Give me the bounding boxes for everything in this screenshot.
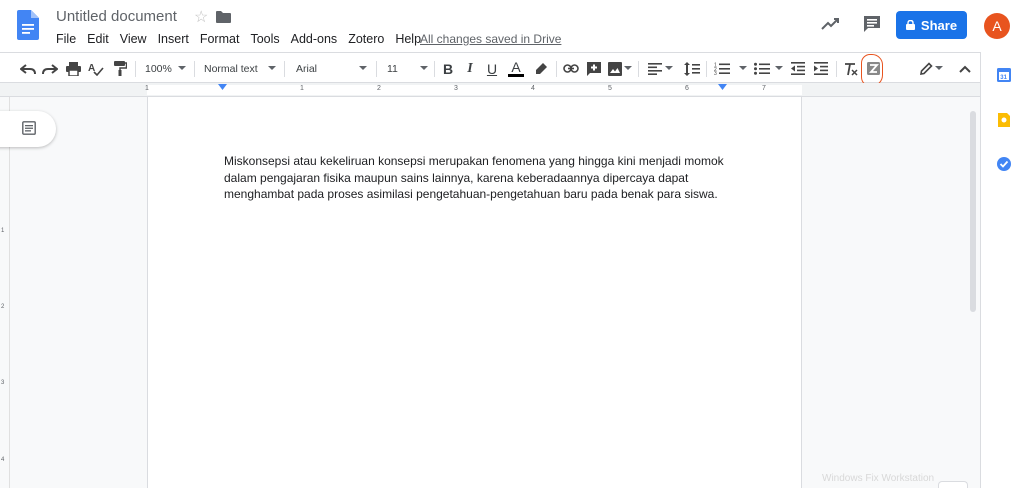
text-color-button[interactable]: A	[507, 53, 525, 84]
explore-button[interactable]	[938, 481, 968, 488]
font-value: Arial	[296, 62, 318, 75]
lock-icon	[905, 20, 915, 30]
toolbar-divider	[194, 61, 195, 77]
share-label: Share	[920, 17, 958, 33]
document-body-text[interactable]: Miskonsepsi atau kekeliruan konsepsi mer…	[224, 153, 724, 203]
save-status[interactable]: All changes saved in Drive	[420, 32, 561, 46]
tasks-icon[interactable]	[997, 157, 1011, 171]
chevron-down-icon	[665, 66, 673, 70]
zoom-value: 100%	[145, 62, 172, 75]
vertical-ruler[interactable]: 1 2 3 4	[0, 97, 10, 488]
ruler-mark: 6	[685, 85, 689, 92]
italic-button[interactable]: I	[462, 53, 478, 84]
document-title[interactable]: Untitled document	[56, 8, 177, 25]
activity-dashboard-icon[interactable]	[820, 14, 840, 34]
ruler-mark: 5	[608, 85, 612, 92]
menu-file[interactable]: File	[56, 32, 76, 46]
highlight-icon[interactable]	[532, 53, 550, 84]
paint-format-icon[interactable]	[110, 53, 130, 84]
menu-edit[interactable]: Edit	[87, 32, 109, 46]
menu-zotero[interactable]: Zotero	[348, 32, 384, 46]
svg-text:3: 3	[714, 71, 717, 75]
clear-formatting-icon[interactable]	[842, 53, 860, 84]
menu-view[interactable]: View	[120, 32, 147, 46]
toolbar-divider	[135, 61, 136, 77]
chevron-down-icon	[935, 66, 943, 70]
chevron-down-icon	[420, 66, 428, 70]
share-button[interactable]: Share	[896, 11, 967, 39]
font-size-value: 11	[387, 62, 398, 75]
ruler-mark: 1	[300, 85, 304, 92]
insert-image-icon[interactable]	[606, 53, 624, 84]
undo-icon[interactable]	[18, 53, 38, 84]
increase-indent-icon[interactable]	[811, 53, 831, 84]
redo-icon[interactable]	[40, 53, 60, 84]
chevron-down-icon	[359, 66, 367, 70]
ruler-mark: 2	[1, 304, 5, 310]
ruler-mark: 1	[1, 228, 5, 234]
toolbar-divider	[706, 61, 707, 77]
text-color-letter: A	[511, 59, 521, 75]
star-icon[interactable]: ☆	[194, 7, 208, 27]
bold-button[interactable]: B	[440, 53, 456, 84]
bulleted-list-icon[interactable]	[752, 53, 772, 84]
print-icon[interactable]	[63, 53, 83, 84]
ruler-page-area	[147, 85, 802, 95]
menu-tools[interactable]: Tools	[250, 32, 279, 46]
toolbar-divider	[376, 61, 377, 77]
formatting-toolbar: A 100% Normal text Arial 11 B I U A 1 2 …	[0, 52, 980, 83]
menu-addons[interactable]: Add-ons	[291, 32, 338, 46]
keep-icon[interactable]	[997, 113, 1011, 127]
chevron-down-icon	[268, 66, 276, 70]
menu-insert[interactable]: Insert	[158, 32, 189, 46]
menu-help[interactable]: Help	[395, 32, 421, 46]
style-value: Normal text	[204, 62, 258, 75]
ruler-mark: 3	[454, 85, 458, 92]
watermark-text: Windows Fix Workstation	[822, 473, 935, 484]
decrease-indent-icon[interactable]	[788, 53, 808, 84]
side-panel: 31	[980, 52, 1024, 488]
horizontal-ruler[interactable]: 1 1 2 3 4 5 6 7	[0, 83, 980, 97]
collapse-icon[interactable]	[956, 53, 974, 84]
ruler-mark: 2	[377, 85, 381, 92]
toolbar-divider	[284, 61, 285, 77]
align-icon[interactable]	[646, 53, 664, 84]
folder-icon[interactable]	[216, 11, 231, 23]
ruler-mark: 4	[531, 85, 535, 92]
outline-list-icon	[22, 121, 36, 135]
ruler-mark: 3	[1, 380, 5, 386]
toolbar-divider	[434, 61, 435, 77]
svg-text:31: 31	[1000, 75, 1007, 81]
insert-comment-icon[interactable]	[585, 53, 603, 84]
toolbar-divider	[556, 61, 557, 77]
account-avatar[interactable]: A	[984, 13, 1010, 39]
underline-button[interactable]: U	[484, 53, 500, 84]
ruler-mark: 4	[1, 457, 5, 463]
text-color-swatch	[508, 74, 524, 77]
ruler-mark: 7	[762, 85, 766, 92]
calendar-icon[interactable]: 31	[997, 68, 1011, 82]
toolbar-divider	[836, 61, 837, 77]
app-header: Untitled document ☆ File Edit View Inser…	[0, 0, 1024, 52]
line-spacing-icon[interactable]	[683, 53, 701, 84]
chevron-down-icon	[178, 66, 186, 70]
numbered-list-icon[interactable]: 123	[712, 53, 732, 84]
chevron-down-icon	[624, 66, 632, 70]
docs-logo-icon[interactable]	[17, 10, 39, 40]
document-outline-button[interactable]	[0, 111, 56, 147]
chevron-down-icon	[775, 66, 783, 70]
spellcheck-icon[interactable]: A	[86, 53, 106, 84]
left-indent-marker-icon[interactable]	[218, 84, 227, 92]
menu-bar: File Edit View Insert Format Tools Add-o…	[56, 32, 432, 46]
vertical-scrollbar[interactable]	[970, 111, 976, 312]
toolbar-divider	[638, 61, 639, 77]
chevron-down-icon	[739, 66, 747, 70]
ruler-mark: 1	[145, 85, 149, 92]
link-icon[interactable]	[562, 53, 580, 84]
editing-mode-icon[interactable]	[917, 53, 935, 84]
menu-format[interactable]: Format	[200, 32, 240, 46]
right-indent-marker-icon[interactable]	[718, 84, 727, 92]
comment-history-icon[interactable]	[862, 14, 882, 34]
